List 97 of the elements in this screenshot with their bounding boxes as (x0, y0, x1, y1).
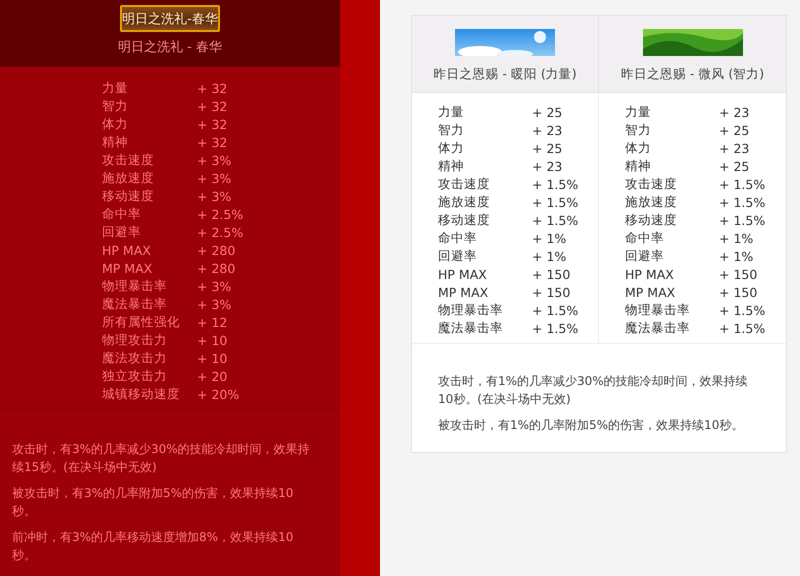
stat-value: + 1.5% (532, 320, 578, 336)
stat-value: + 32 (197, 134, 228, 150)
stat-value: + 1.5% (532, 302, 578, 318)
stat-name: 魔法暴击率 (438, 320, 504, 336)
banner-logo: 明日之洗礼-春华 (120, 5, 220, 32)
stat-name: 力量 (438, 104, 465, 120)
stat-name: 回避率 (102, 224, 142, 240)
stat-name: 移动速度 (102, 188, 155, 204)
stat-name: 命中率 (625, 230, 665, 246)
stat-value: + 2.5% (197, 224, 244, 240)
stat-value: + 3% (197, 170, 232, 186)
stat-name: 施放速度 (102, 170, 155, 186)
stat-value: + 1.5% (532, 212, 578, 228)
stat-value: + 10 (197, 350, 228, 366)
stat-name: 魔法攻击力 (102, 350, 168, 366)
stat-name: 独立攻击力 (102, 368, 168, 384)
stat-name: 施放速度 (625, 194, 678, 210)
stat-name: HP MAX (102, 242, 152, 258)
stat-name: 魔法暴击率 (102, 296, 168, 312)
stat-value: + 32 (197, 98, 228, 114)
stat-value: + 3% (197, 296, 232, 312)
stat-value: + 3% (197, 278, 232, 294)
stat-name: 移动速度 (438, 212, 491, 228)
stat-name: 攻击速度 (625, 176, 678, 192)
stat-name: 命中率 (438, 230, 478, 246)
stat-name: 回避率 (625, 248, 665, 264)
stat-name: 移动速度 (625, 212, 678, 228)
stat-value: + 23 (532, 122, 562, 138)
stat-value: + 23 (719, 140, 750, 156)
stat-value: + 1.5% (719, 194, 766, 210)
stat-name: 所有属性强化 (102, 314, 181, 330)
stat-value: + 23 (719, 104, 750, 120)
stat-value: + 20 (197, 368, 228, 384)
stat-name: 力量 (625, 104, 652, 120)
stat-name: 精神 (625, 158, 652, 174)
stat-value: + 3% (197, 188, 232, 204)
stat-value: + 1% (532, 230, 566, 246)
stat-name: 体力 (625, 140, 652, 156)
stat-value: + 25 (532, 140, 562, 156)
stat-name: 攻击速度 (438, 176, 491, 192)
stat-value: + 150 (532, 266, 570, 282)
stat-value: + 1.5% (532, 194, 578, 210)
stat-value: + 23 (532, 158, 562, 174)
stat-value: + 280 (197, 260, 236, 276)
stat-name: 体力 (438, 140, 465, 156)
stat-value: + 2.5% (197, 206, 244, 222)
stat-value: + 150 (719, 266, 758, 282)
stat-name: MP MAX (102, 260, 154, 276)
stat-name: MP MAX (625, 284, 676, 300)
stat-name: 精神 (102, 134, 129, 150)
stat-value: + 1.5% (719, 176, 766, 192)
stat-name: 智力 (102, 98, 129, 114)
stat-value: + 10 (197, 332, 228, 348)
stat-name: 物理暴击率 (625, 302, 691, 318)
stat-value: + 32 (197, 116, 228, 132)
stat-name: 命中率 (102, 206, 142, 222)
effect-text: 前冲时，有3%的几率移动速度增加8%，效果持续10秒。 (12, 529, 294, 564)
stat-name: 体力 (102, 116, 129, 132)
stat-name: 施放速度 (438, 194, 491, 210)
stat-name: 城镇移动速度 (102, 386, 181, 402)
stat-value: + 25 (532, 104, 562, 120)
item-title: 明日之洗礼 - 春华 (118, 39, 222, 56)
option-title: 昨日之恩赐 - 微风 (智力) (620, 66, 764, 83)
stat-value: + 3% (197, 152, 232, 168)
stat-value: + 25 (719, 158, 750, 174)
stat-value: + 20% (197, 386, 240, 402)
stat-name: 攻击速度 (102, 152, 155, 168)
effect-text: 被攻击时，有3%的几率附加5%的伤害，效果持续10秒。 (12, 485, 294, 520)
stat-value: + 1% (719, 248, 754, 264)
option-title: 昨日之恩赐 - 暖阳 (力量) (433, 66, 577, 83)
stat-name: MP MAX (438, 284, 490, 300)
stat-value: + 1.5% (719, 212, 766, 228)
stat-name: HP MAX (625, 266, 675, 282)
stat-name: 物理暴击率 (438, 302, 504, 318)
stat-name: 力量 (102, 80, 129, 96)
stat-value: + 12 (197, 314, 228, 330)
effect-text: 被攻击时，有1%的几率附加5%的伤害，效果持续10秒。 (438, 417, 744, 434)
effect-text: 攻击时，有1%的几率减少30%的技能冷却时间，效果持续10秒。(在决斗场中无效) (438, 373, 749, 408)
effect-text: 攻击时，有3%的几率减少30%的技能冷却时间，效果持续15秒。(在决斗场中无效) (12, 441, 311, 476)
stat-value: + 1% (532, 248, 566, 264)
stat-value: + 150 (719, 284, 758, 300)
stat-value: + 32 (197, 80, 228, 96)
stat-value: + 1.5% (719, 302, 766, 318)
stat-name: 魔法暴击率 (625, 320, 691, 336)
stat-name: 精神 (438, 158, 465, 174)
stat-value: + 1% (719, 230, 754, 246)
stat-value: + 1.5% (532, 176, 578, 192)
stat-name: 智力 (438, 122, 465, 138)
stat-name: 回避率 (438, 248, 478, 264)
stat-name: 物理攻击力 (102, 332, 168, 348)
stat-name: HP MAX (438, 266, 488, 282)
stat-value: + 1.5% (719, 320, 766, 336)
stat-value: + 25 (719, 122, 750, 138)
stat-name: 智力 (625, 122, 652, 138)
stat-name: 物理暴击率 (102, 278, 168, 294)
stat-value: + 280 (197, 242, 236, 258)
stat-value: + 150 (532, 284, 570, 300)
